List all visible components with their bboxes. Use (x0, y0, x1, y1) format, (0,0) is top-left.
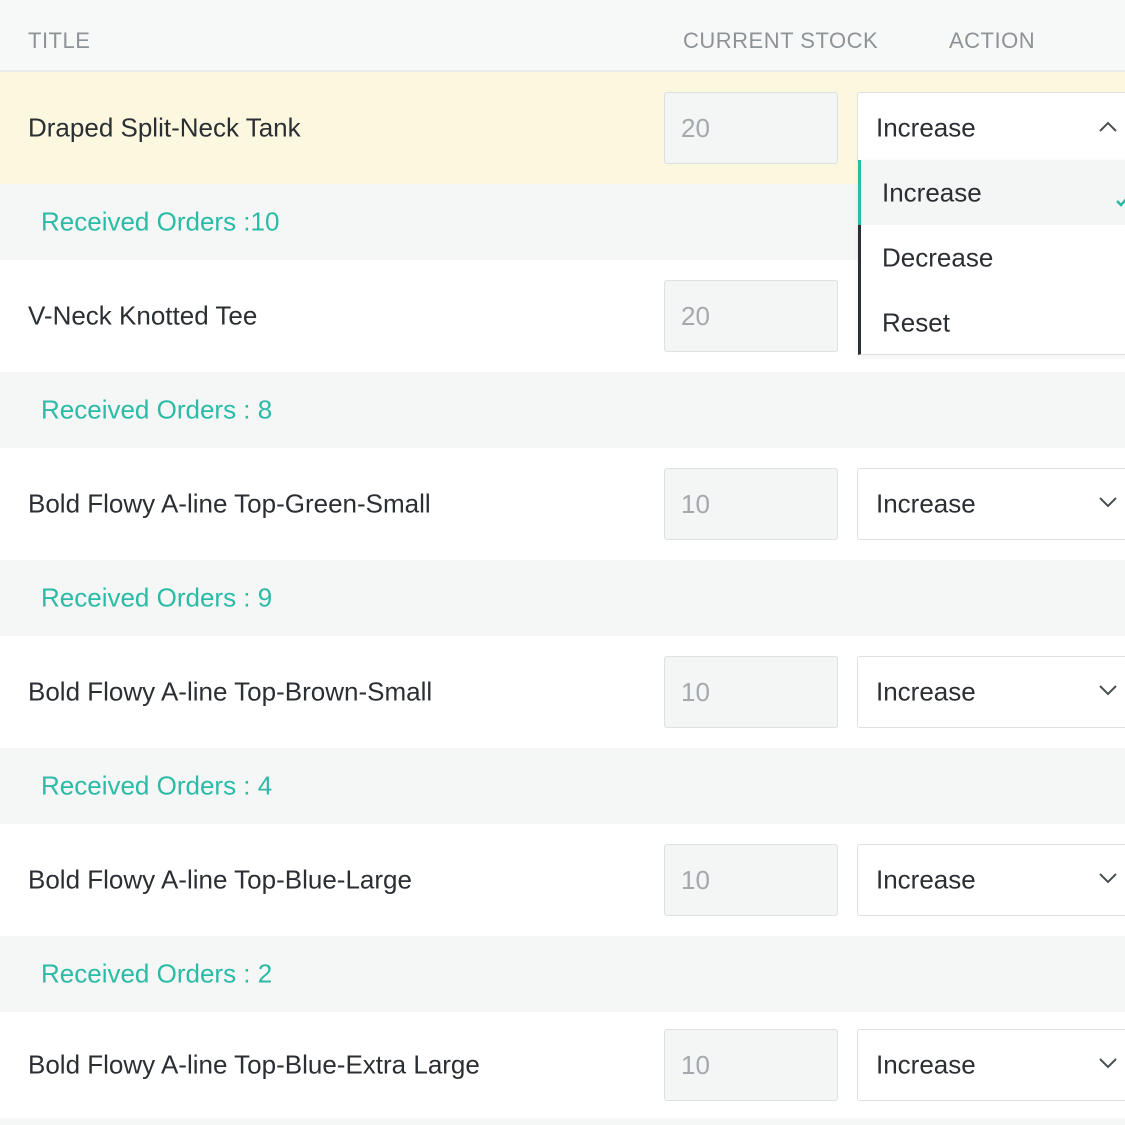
received-orders-label: Received Orders : 4 (41, 770, 273, 801)
received-orders-row: Received Orders : 9 (0, 560, 1125, 636)
action-select[interactable]: Increase (857, 92, 1125, 164)
current-stock-input[interactable] (664, 844, 838, 916)
inventory-table: TITLE CURRENT STOCK ACTION Draped Split-… (0, 0, 1125, 1125)
table-row: Bold Flowy A-line Top-Brown-Small Increa… (0, 636, 1125, 748)
action-select[interactable]: Increase (857, 844, 1125, 916)
table-header: TITLE CURRENT STOCK ACTION (0, 0, 1125, 72)
dropdown-option-increase[interactable]: Increase (858, 160, 1125, 225)
action-select[interactable]: Increase (857, 1029, 1125, 1101)
product-title: Bold Flowy A-line Top-Green-Small (28, 488, 431, 519)
current-stock-input[interactable] (664, 92, 838, 164)
dropdown-option-decrease[interactable]: Decrease (861, 225, 1125, 290)
action-select[interactable]: Increase (857, 468, 1125, 540)
received-orders-label: Received Orders : 8 (41, 394, 273, 425)
current-stock-input[interactable] (664, 656, 838, 728)
dropdown-option-label: Decrease (882, 242, 994, 272)
dropdown-option-label: Reset (882, 307, 950, 337)
action-select-value: Increase (876, 676, 976, 707)
action-select-value: Increase (876, 488, 976, 519)
current-stock-input[interactable] (664, 280, 838, 352)
received-orders-label: Received Orders : 9 (41, 582, 273, 613)
received-orders-label: Received Orders : 2 (41, 958, 273, 989)
chevron-down-icon (1098, 495, 1118, 509)
column-header-action: ACTION (949, 28, 1036, 53)
received-orders-label: Received Orders :10 (41, 206, 280, 237)
dropdown-option-reset[interactable]: Reset (861, 290, 1125, 355)
current-stock-input[interactable] (664, 468, 838, 540)
action-select-value: Increase (876, 1049, 976, 1080)
received-orders-row: Received Orders : 2 (0, 936, 1125, 1012)
product-title: V-Neck Knotted Tee (28, 300, 258, 331)
chevron-up-icon (1098, 119, 1118, 133)
chevron-down-icon (1098, 683, 1118, 697)
received-orders-row: Received Orders : 4 (0, 748, 1125, 824)
current-stock-input[interactable] (664, 1029, 838, 1101)
table-row: Bold Flowy A-line Top-Blue-Large Increas… (0, 824, 1125, 936)
action-dropdown-menu: Increase Decrease Reset (858, 160, 1125, 355)
action-select-value: Increase (876, 112, 976, 143)
product-title: Bold Flowy A-line Top-Blue-Large (28, 864, 412, 895)
product-title: Draped Split-Neck Tank (28, 112, 301, 143)
chevron-down-icon (1098, 871, 1118, 885)
received-orders-row: Received Orders : 8 (0, 372, 1125, 448)
table-row: Bold Flowy A-line Top-Blue-Extra Large I… (0, 1012, 1125, 1118)
table-row: Bold Flowy A-line Top-Green-Small Increa… (0, 448, 1125, 560)
dropdown-option-label: Increase (882, 177, 982, 207)
checkmark-icon (1115, 184, 1125, 215)
action-select-value: Increase (876, 864, 976, 895)
action-select[interactable]: Increase (857, 656, 1125, 728)
product-title: Bold Flowy A-line Top-Brown-Small (28, 676, 433, 707)
column-header-title: TITLE (28, 28, 91, 53)
chevron-down-icon (1098, 1056, 1118, 1070)
column-header-current-stock: CURRENT STOCK (683, 28, 879, 53)
table-bottom-strip (0, 1118, 1125, 1125)
product-title: Bold Flowy A-line Top-Blue-Extra Large (28, 1049, 480, 1080)
